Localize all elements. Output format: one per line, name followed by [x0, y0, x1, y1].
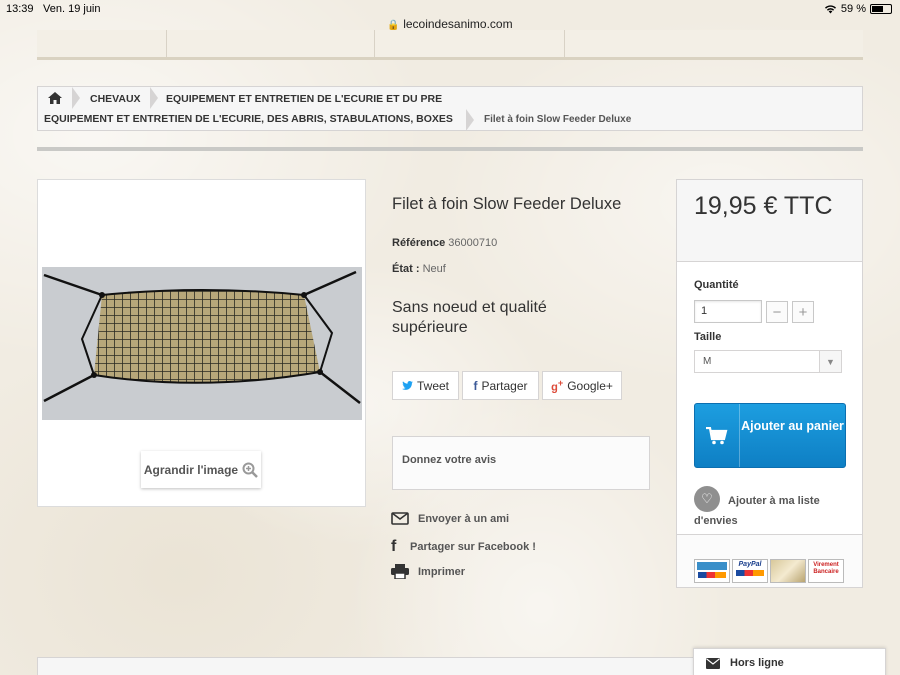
paypal-logo: PayPal [732, 559, 768, 583]
zoom-in-icon [242, 462, 258, 478]
tweet-label: Tweet [416, 378, 449, 393]
bank-transfer-label: Virement Bancaire [813, 562, 839, 575]
breadcrumb-current: Filet à foin Slow Feeder Deluxe [484, 114, 632, 125]
twitter-icon [401, 380, 413, 390]
enlarge-label: Agrandir l'image [143, 462, 239, 477]
breadcrumb-item[interactable]: CHEVAUX [90, 93, 141, 105]
menu-item[interactable] [167, 30, 375, 57]
quantity-input[interactable]: 1 [694, 300, 762, 323]
share-facebook-label: Partager sur Facebook ! [410, 541, 536, 553]
google-label: Google+ [567, 378, 613, 393]
share-label: Partager [481, 378, 528, 393]
tweet-button[interactable]: Tweet [392, 371, 459, 400]
cheque-logo [770, 559, 806, 583]
breadcrumb-item[interactable]: EQUIPEMENT ET ENTRETIEN DE L'ECURIE, DES… [44, 113, 453, 125]
battery-percent: 59 % [840, 3, 866, 15]
size-value: M [703, 356, 712, 367]
bank-transfer-logo: Virement Bancaire [808, 559, 844, 583]
breadcrumb-separator [72, 87, 80, 109]
chat-status: Hors ligne [730, 657, 784, 669]
price-area: 19,95 € TTC [677, 180, 862, 262]
review-label: Donnez votre avis [402, 454, 497, 466]
chevron-down-icon: ▼ [819, 351, 841, 372]
breadcrumb-item[interactable]: EQUIPEMENT ET ENTRETIEN DE L'ECURIE ET D… [166, 93, 442, 105]
chat-widget[interactable]: Hors ligne [693, 648, 886, 675]
card-payment-logo [694, 559, 730, 583]
size-label: Taille [694, 331, 722, 343]
quantity-decrease-button[interactable]: − [766, 301, 788, 323]
top-menu [37, 30, 863, 60]
facebook-icon: f [391, 538, 397, 555]
product-state: État : Neuf [392, 263, 446, 275]
status-time: 13:39 [6, 3, 34, 15]
print-link[interactable]: Imprimer [391, 564, 465, 579]
envelope-icon [391, 512, 409, 525]
state-value: Neuf [422, 263, 446, 275]
product-short-description: Sans noeud et qualité supérieure [392, 299, 547, 336]
add-to-cart-label: Ajouter au panier [741, 419, 844, 433]
battery-icon [870, 4, 892, 14]
facebook-share-button[interactable]: f Partager [462, 371, 539, 400]
enlarge-image-button[interactable]: Agrandir l'image [141, 451, 261, 488]
product-reference: Référence 36000710 [392, 237, 497, 249]
product-image[interactable] [42, 267, 362, 420]
payment-logos: PayPal Virement Bancaire [677, 534, 862, 587]
share-facebook-link[interactable]: f Partager sur Facebook ! [391, 538, 536, 556]
divider [37, 147, 863, 151]
breadcrumb-separator [466, 109, 474, 131]
printer-icon [391, 564, 409, 579]
send-friend-label: Envoyer à un ami [418, 512, 510, 525]
breadcrumb-separator [150, 87, 158, 109]
product-title: Filet à foin Slow Feeder Deluxe [392, 195, 622, 213]
cart-icon [695, 404, 740, 467]
breadcrumb: CHEVAUX EQUIPEMENT ET ENTRETIEN DE L'ECU… [37, 86, 863, 131]
address-bar[interactable]: 🔒 lecoindesanimo.com [0, 17, 900, 31]
status-date: Ven. 19 juin [43, 3, 101, 15]
google-plus-button[interactable]: g+ Google+ [542, 371, 622, 400]
google-plus-icon: g+ [551, 377, 564, 394]
reference-label: Référence [392, 237, 446, 249]
size-select[interactable]: M ▼ [694, 350, 842, 373]
wifi-icon [824, 5, 836, 14]
menu-item[interactable] [37, 30, 167, 57]
quantity-label: Quantité [694, 279, 739, 291]
reference-value: 36000710 [448, 237, 498, 249]
quantity-increase-button[interactable]: + [792, 301, 814, 323]
paypal-label: PayPal [738, 561, 762, 568]
wishlist-link[interactable]: Ajouter à ma liste d'envies [694, 491, 844, 531]
buy-box: 19,95 € TTC Quantité 1 − + Taille M ▼ Aj… [676, 179, 863, 588]
add-to-cart-button[interactable]: Ajouter au panier [694, 403, 846, 468]
envelope-icon [706, 657, 720, 669]
print-label: Imprimer [418, 565, 466, 578]
send-to-friend-link[interactable]: Envoyer à un ami [391, 512, 509, 525]
url-text: lecoindesanimo.com [403, 17, 513, 31]
facebook-icon: f [473, 378, 478, 393]
home-icon[interactable] [48, 92, 62, 107]
menu-item[interactable] [375, 30, 565, 57]
state-label: État : [392, 263, 420, 275]
write-review-box[interactable]: Donnez votre avis [392, 436, 650, 490]
product-price: 19,95 € TTC [694, 192, 833, 220]
